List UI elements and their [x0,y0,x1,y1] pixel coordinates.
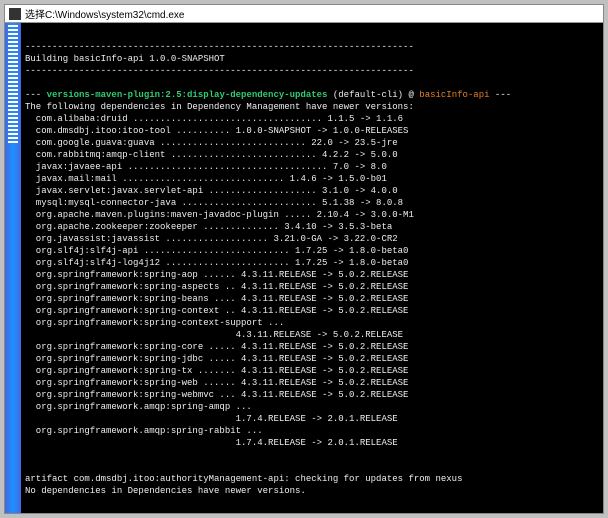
scrollbar[interactable] [5,23,21,513]
goal-line: --- versions-maven-plugin:2.5:display-de… [25,90,511,100]
plugin-name: versions-maven-plugin:2.5:display-depend… [47,90,328,100]
dependency-rows: com.alibaba:druid ......................… [25,113,599,449]
building-line: Building basicInfo-api 1.0.0-SNAPSHOT [25,54,225,64]
hr-bottom: ----------------------------------------… [25,66,414,76]
footer-artifact: artifact com.dmsdbj.itoo:authorityManage… [25,474,462,484]
titlebar[interactable]: 选择C:\Windows\system32\cmd.exe [5,5,603,23]
cmd-window: 选择C:\Windows\system32\cmd.exe ----------… [4,4,604,514]
artifact-name: basicInfo-api [419,90,489,100]
terminal: ----------------------------------------… [5,23,603,513]
window-title: 选择C:\Windows\system32\cmd.exe [25,6,185,21]
footer-nodep: No dependencies in Dependencies have new… [25,486,306,496]
cmd-icon [9,8,21,20]
hr-top: ----------------------------------------… [25,42,414,52]
deps-header: The following dependencies in Dependency… [25,102,414,112]
terminal-content[interactable]: ----------------------------------------… [21,23,603,513]
